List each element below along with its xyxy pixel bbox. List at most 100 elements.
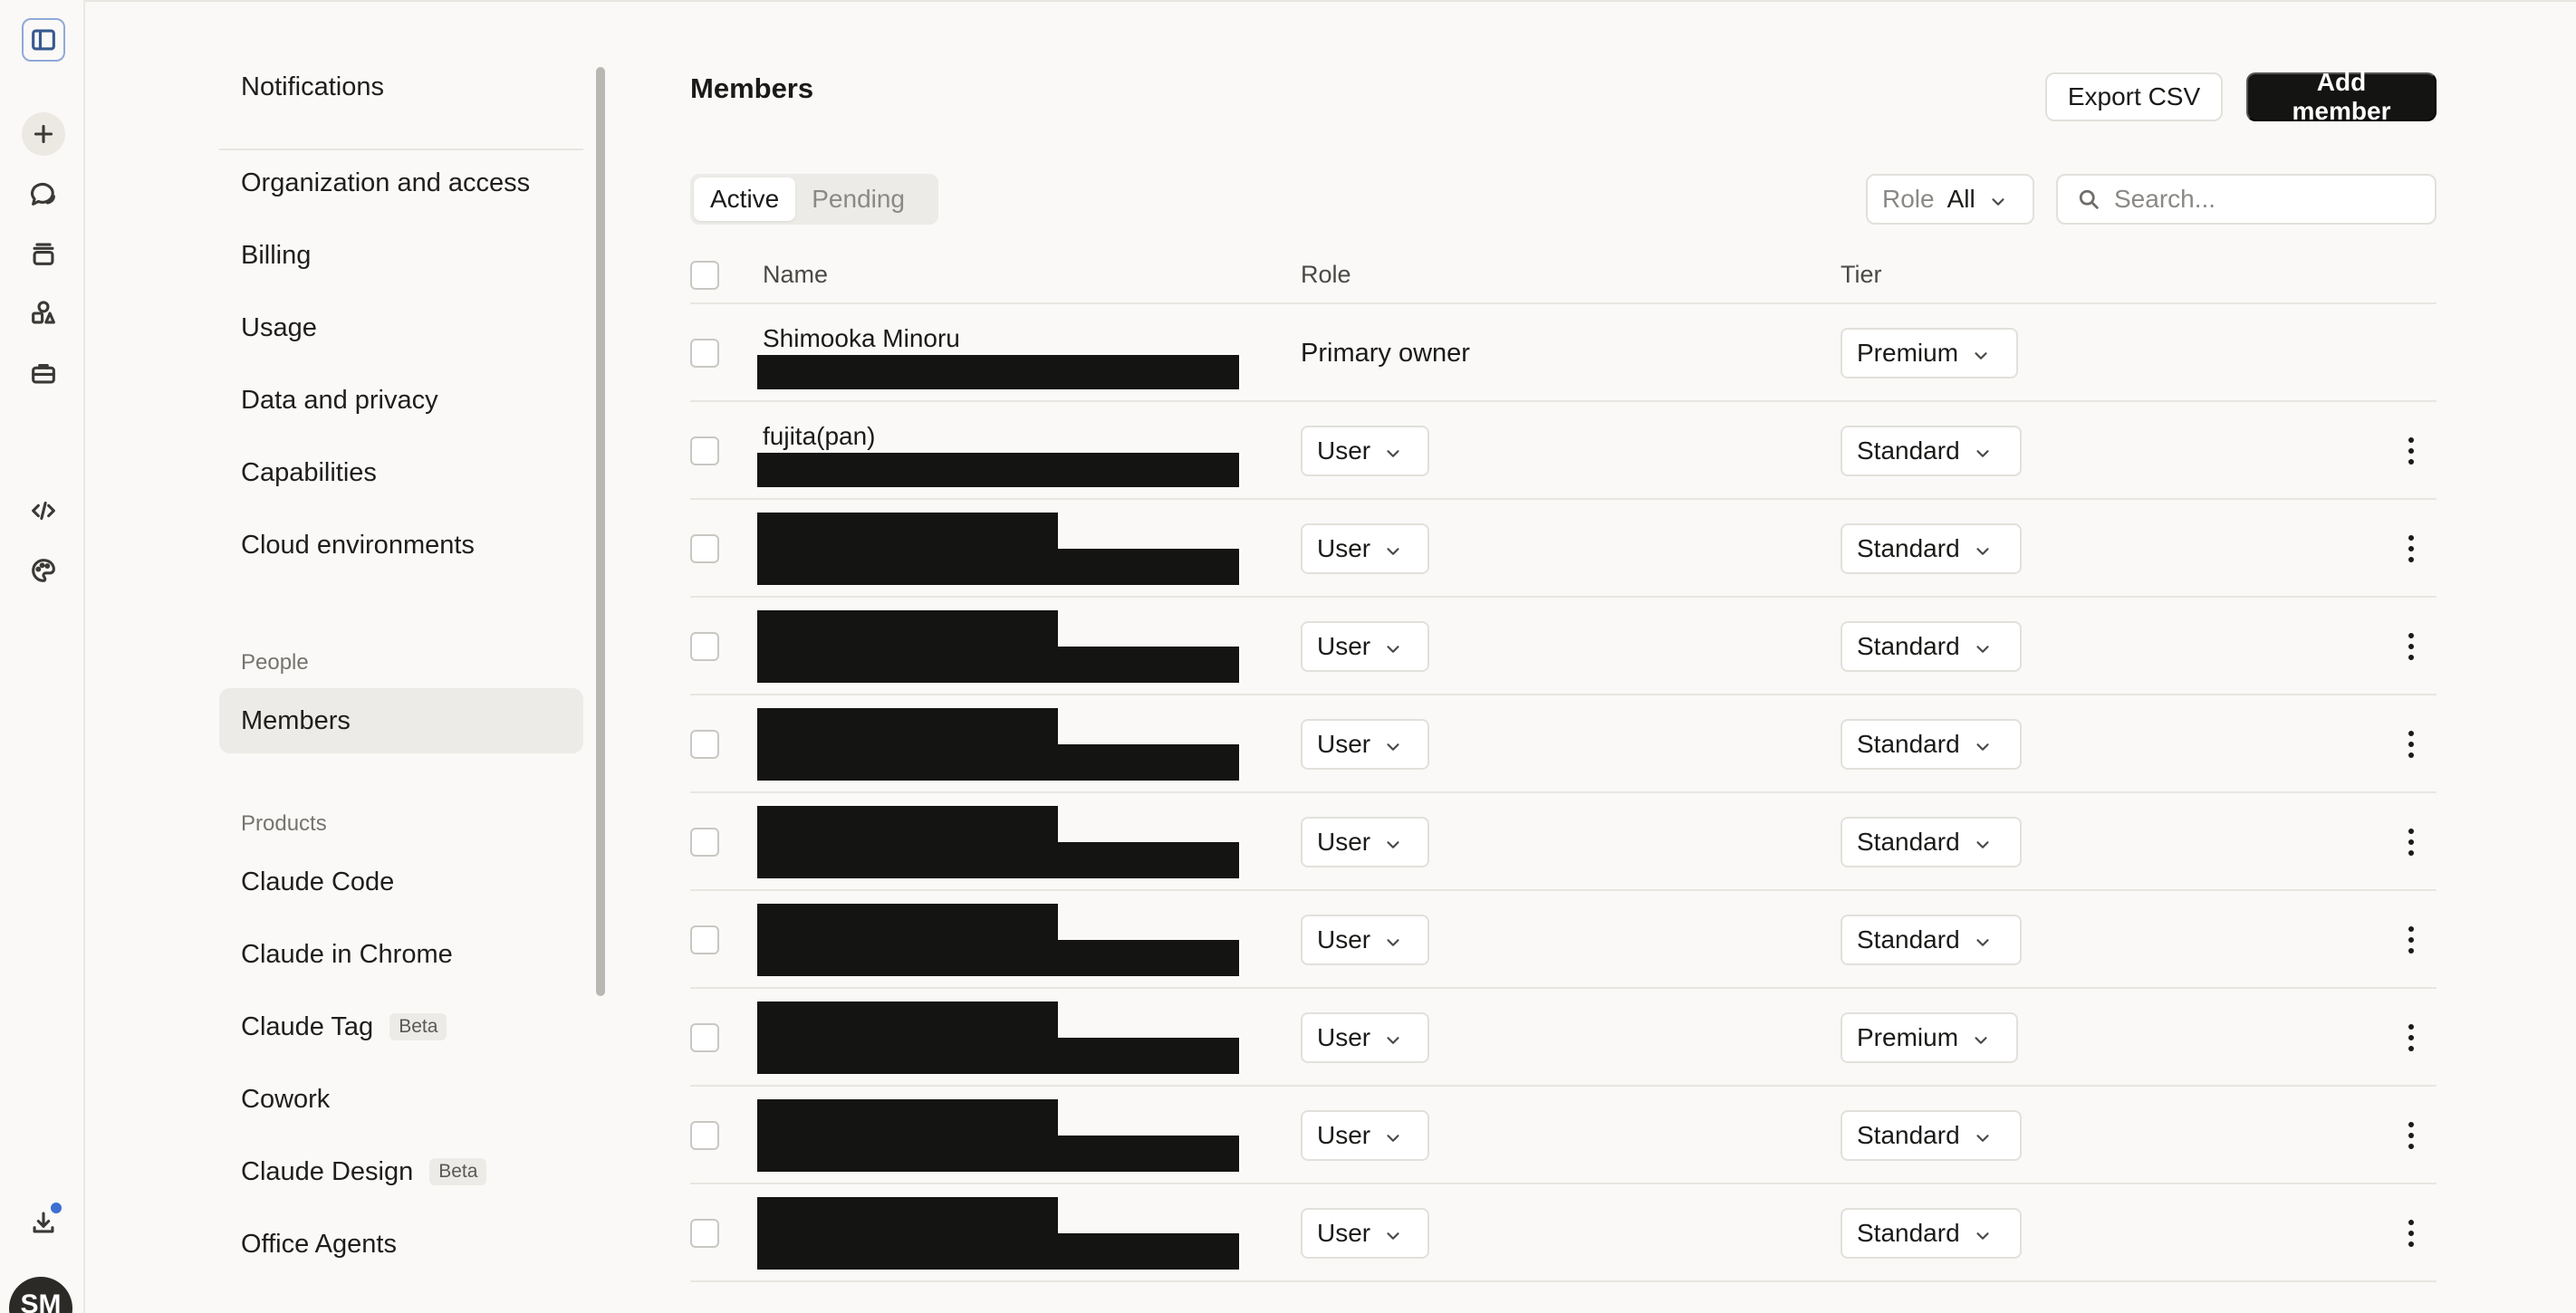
nav-item-claude-in-chrome[interactable]: Claude in Chrome [219,922,583,987]
more-options-icon[interactable] [2398,628,2424,665]
tier-dropdown[interactable]: Standard [1841,1208,2022,1259]
tier-value: Standard [1857,1121,1960,1149]
nav-item-claude-code[interactable]: Claude Code [219,849,583,915]
nav-item-label: Organization and access [241,168,531,197]
nav-item-claude-design[interactable]: Claude Design Beta [219,1139,583,1204]
redacted-email [757,744,1239,781]
new-chat-icon[interactable] [22,112,65,156]
search-input[interactable] [2114,185,2404,214]
more-options-icon[interactable] [2398,531,2424,567]
role-dropdown[interactable]: User [1301,1208,1429,1259]
nav-item-cloud-environments[interactable]: Cloud environments [219,513,583,578]
nav-item-members[interactable]: Members [219,688,583,753]
more-options-icon[interactable] [2398,1215,2424,1251]
role-dropdown[interactable]: User [1301,523,1429,574]
row-checkbox[interactable] [690,436,719,465]
redacted-name [757,904,1058,940]
role-filter-dropdown[interactable]: Role All [1866,174,2034,225]
table-row: User Standard [690,1184,2437,1282]
role-dropdown[interactable]: User [1301,915,1429,965]
role-dropdown[interactable]: User [1301,719,1429,770]
redacted-email [757,453,1239,487]
briefcase-icon[interactable] [22,351,65,395]
column-header-name: Name [763,261,829,288]
tier-dropdown[interactable]: Standard [1841,1110,2022,1161]
more-options-icon[interactable] [2398,1117,2424,1154]
chevron-down-icon [1973,539,1993,559]
role-value: User [1317,1219,1371,1247]
nav-item-data-privacy[interactable]: Data and privacy [219,368,583,433]
chevron-down-icon [1383,539,1403,559]
chevron-down-icon [1973,441,1993,461]
download-icon[interactable] [22,1201,65,1244]
chevron-down-icon [1383,637,1403,656]
role-dropdown[interactable]: User [1301,817,1429,867]
row-checkbox[interactable] [690,828,719,857]
row-checkbox[interactable] [690,339,719,368]
row-checkbox[interactable] [690,1219,719,1248]
tier-dropdown[interactable]: Standard [1841,817,2022,867]
tier-dropdown[interactable]: Premium [1841,328,2018,379]
nav-item-office-agents[interactable]: Office Agents [219,1212,583,1277]
role-value: User [1317,1023,1371,1051]
nav-item-label: Cowork [241,1084,331,1114]
role-value: User [1317,1121,1371,1149]
top-border [0,0,2576,2]
nav-item-capabilities[interactable]: Capabilities [219,440,583,505]
more-options-icon[interactable] [2398,433,2424,469]
chevron-down-icon [1383,1028,1403,1048]
nav-item-label: Claude in Chrome [241,939,453,969]
row-checkbox[interactable] [690,1121,719,1150]
code-icon[interactable] [22,489,65,532]
nav-item-label: Usage [241,312,317,342]
nav-item-billing[interactable]: Billing [219,223,583,288]
nav-item-claude-tag[interactable]: Claude Tag Beta [219,994,583,1059]
select-all-checkbox[interactable] [690,261,719,290]
tier-dropdown[interactable]: Standard [1841,719,2022,770]
row-checkbox[interactable] [690,1023,719,1052]
redacted-name [757,1197,1058,1233]
tier-dropdown[interactable]: Standard [1841,523,2022,574]
redacted-email [757,549,1239,585]
role-dropdown[interactable]: User [1301,1012,1429,1063]
role-dropdown[interactable]: User [1301,621,1429,672]
tier-dropdown[interactable]: Standard [1841,915,2022,965]
palette-icon[interactable] [22,549,65,592]
more-options-icon[interactable] [2398,922,2424,958]
role-dropdown[interactable]: User [1301,1110,1429,1161]
more-options-icon[interactable] [2398,726,2424,762]
more-options-icon[interactable] [2398,1020,2424,1056]
more-options-icon[interactable] [2398,824,2424,860]
role-value: User [1317,828,1371,856]
role-dropdown[interactable]: User [1301,426,1429,476]
tier-value: Standard [1857,436,1960,465]
row-checkbox[interactable] [690,730,719,759]
artifacts-icon[interactable] [22,292,65,335]
nav-item-label: Claude Code [241,867,395,896]
chevron-down-icon [1973,832,1993,852]
nav-item-organization[interactable]: Organization and access [219,150,583,216]
tier-value: Premium [1857,339,1959,367]
tier-dropdown[interactable]: Standard [1841,621,2022,672]
nav-item-usage[interactable]: Usage [219,295,583,360]
tier-dropdown[interactable]: Premium [1841,1012,2018,1063]
tab-active[interactable]: Active [694,177,796,221]
chevron-down-icon [1383,832,1403,852]
chats-icon[interactable] [22,172,65,216]
avatar[interactable]: SM [9,1277,72,1313]
row-checkbox[interactable] [690,925,719,954]
tier-value: Standard [1857,632,1960,660]
nav-scrollbar[interactable] [596,67,605,996]
tier-dropdown[interactable]: Standard [1841,426,2022,476]
sidebar-toggle-icon[interactable] [22,18,65,62]
tab-pending[interactable]: Pending [795,177,921,221]
nav-item-cowork[interactable]: Cowork [219,1067,583,1132]
chevron-down-icon [1383,734,1403,754]
projects-icon[interactable] [22,232,65,275]
export-csv-button[interactable]: Export CSV [2045,72,2223,121]
nav-item-notifications[interactable]: Notifications [219,54,583,120]
redacted-email [757,1136,1239,1172]
row-checkbox[interactable] [690,534,719,563]
add-member-button[interactable]: Add member [2246,68,2437,125]
row-checkbox[interactable] [690,632,719,661]
